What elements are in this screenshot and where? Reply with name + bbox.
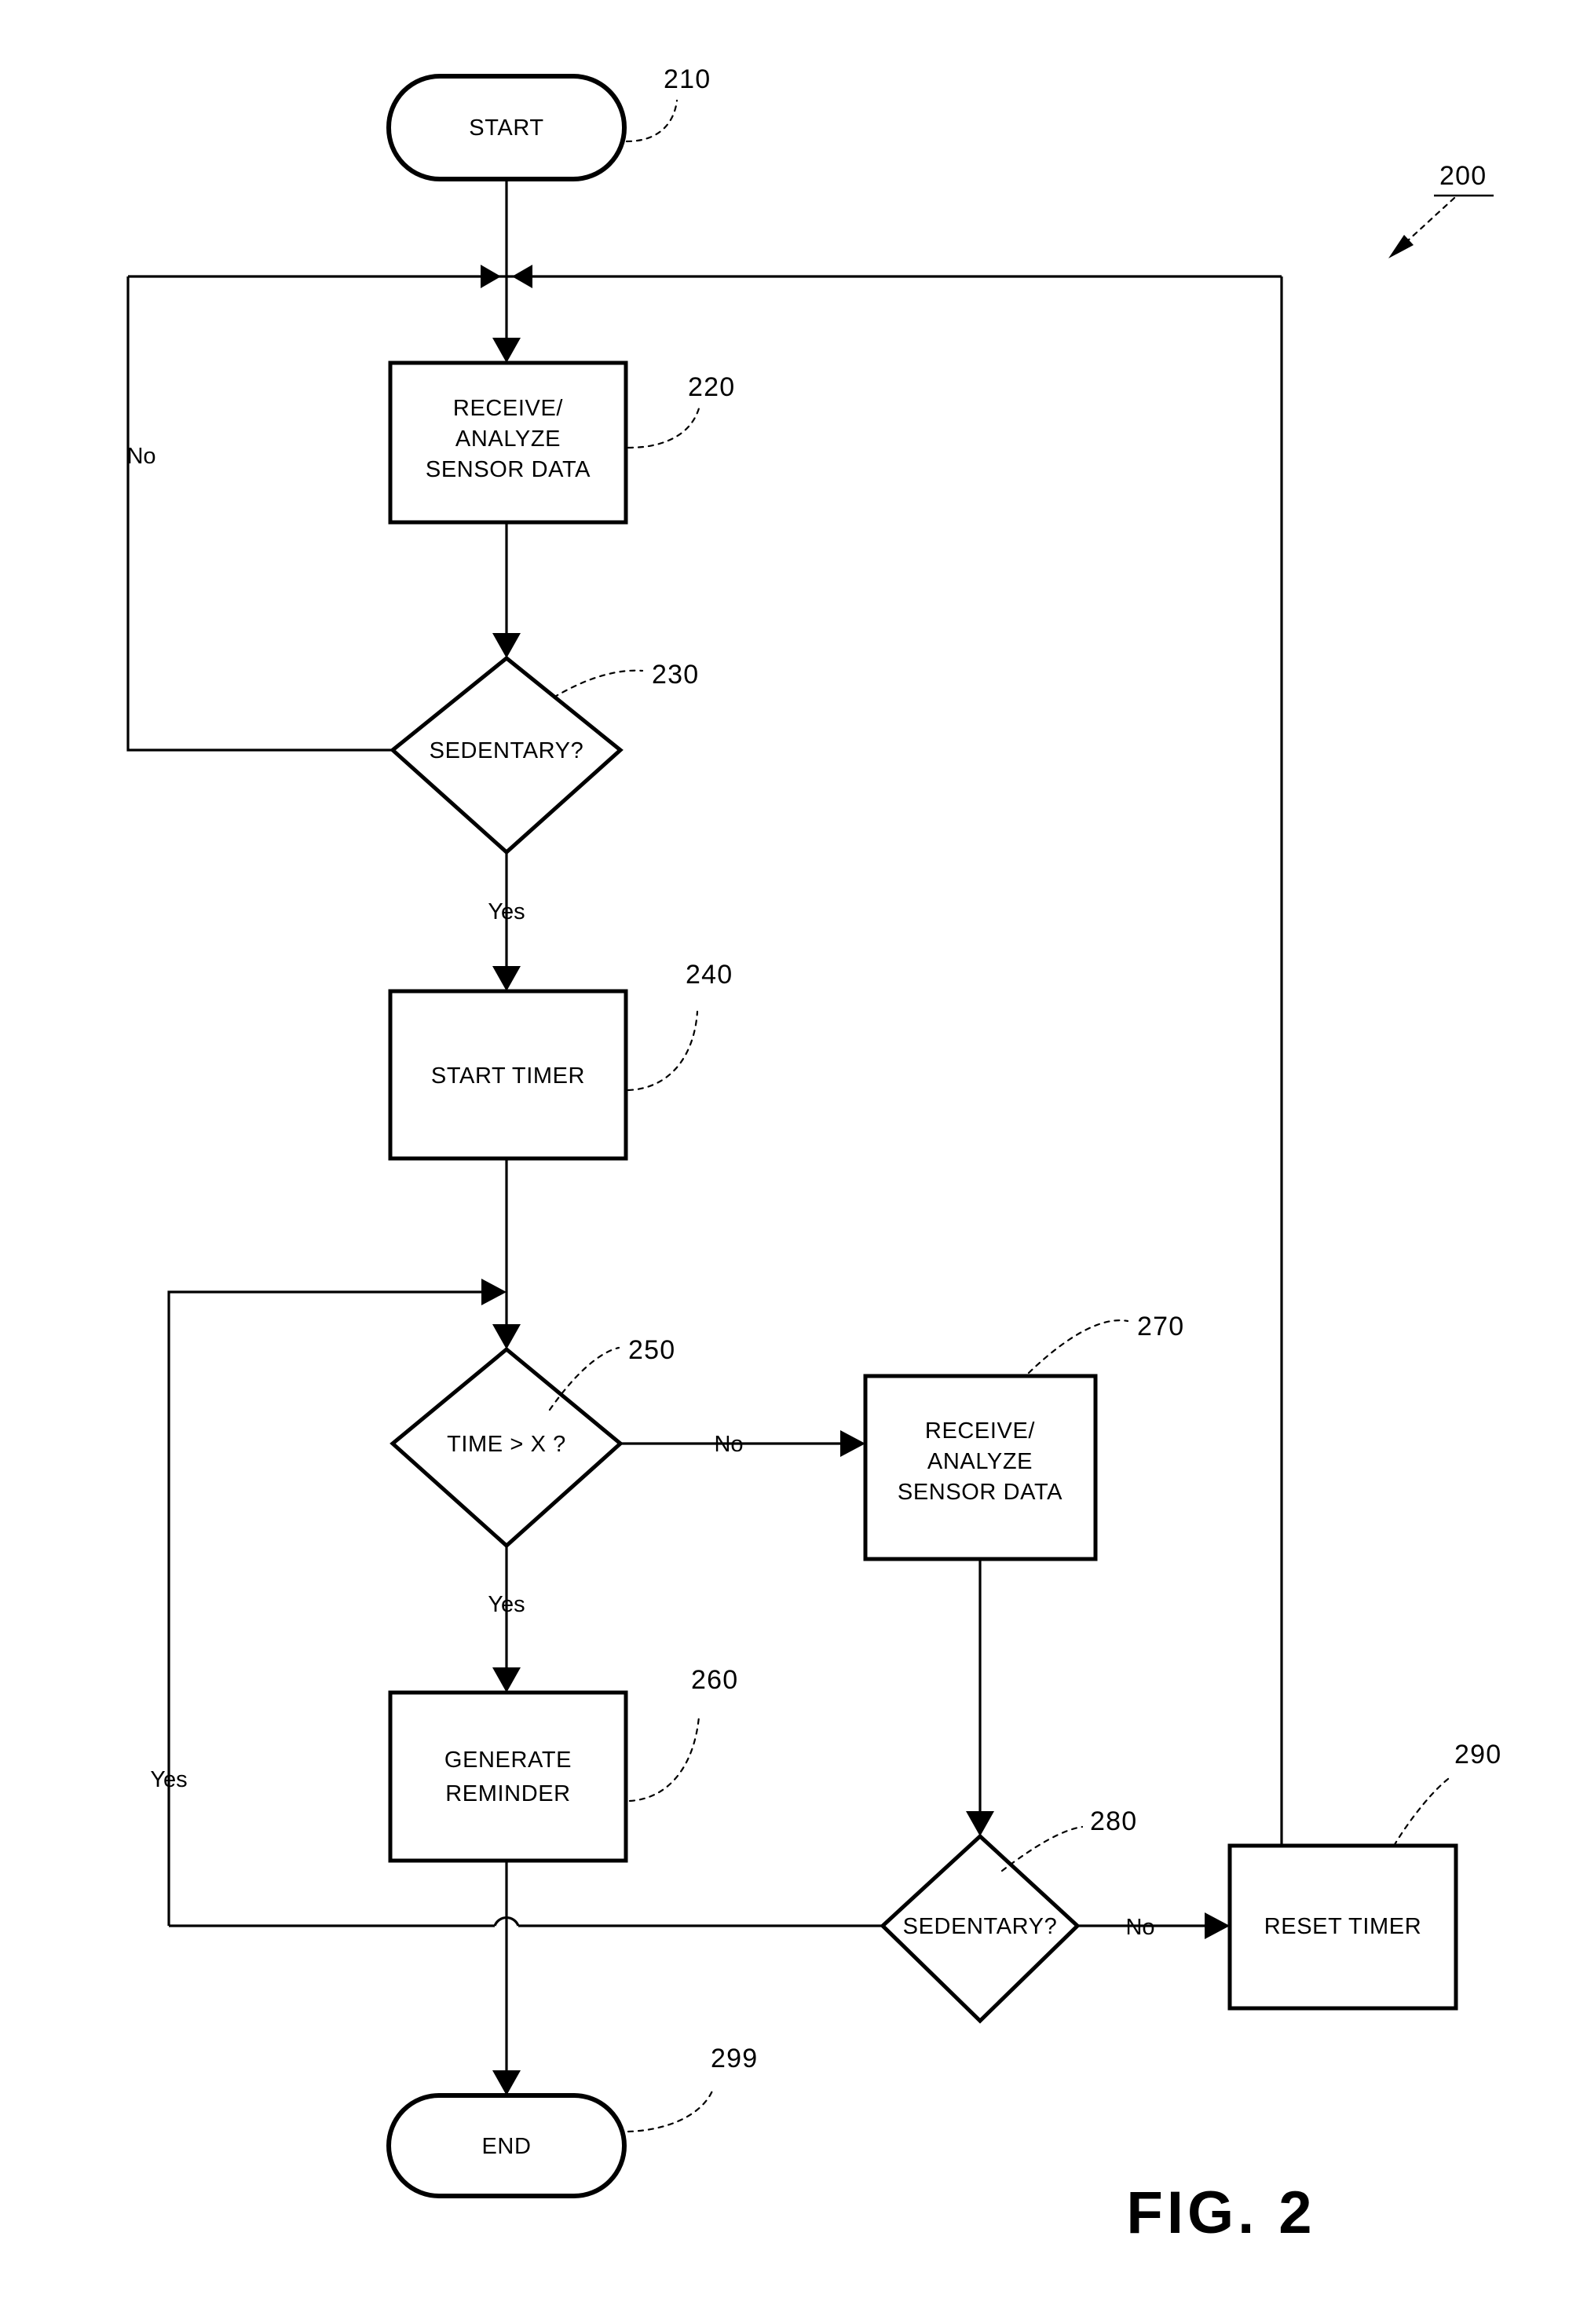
arrow-into-280	[966, 1811, 994, 1836]
generate-reminder-label-line2: REMINDER	[445, 1781, 570, 1806]
node-start-timer[interactable]: START TIMER	[388, 989, 628, 1161]
arrow-into-end	[492, 2070, 521, 2095]
patent-figure-2: START RECEIVE/ ANALYZE SENSOR DATA SEDEN…	[0, 0, 1591, 2324]
start-timer-label: START TIMER	[431, 1063, 585, 1089]
ref-290-leader	[1392, 1775, 1453, 1847]
figure-caption: FIG. 2	[1126, 2179, 1315, 2246]
edge-230-no-to-rail	[126, 276, 393, 752]
branch-label-sedentary-2-yes: Yes	[150, 1767, 187, 1792]
branch-label-layer: No Yes No Yes No Yes	[126, 444, 1154, 1940]
ref-numeral-290: 290	[1454, 1740, 1501, 1770]
branch-label-time-gt-x-yes: Yes	[488, 1592, 525, 1617]
receive-analyze-2-label-line1: RECEIVE/	[925, 1418, 1036, 1444]
arrow-into-290	[1205, 1912, 1230, 1939]
ref-270-leader	[1027, 1319, 1129, 1374]
node-sedentary-1[interactable]: SEDENTARY?	[390, 655, 624, 855]
arrow-into-230	[492, 633, 521, 658]
node-reset-timer[interactable]: RESET TIMER	[1227, 1843, 1458, 2011]
branch-label-sedentary-2-no: No	[1125, 1915, 1154, 1940]
receive-analyze-2-label-line3: SENSOR DATA	[898, 1480, 1062, 1505]
reset-timer-label: RESET TIMER	[1264, 1914, 1422, 1939]
arrow-into-220	[492, 338, 521, 363]
generate-reminder-shape	[388, 1690, 628, 1863]
node-end[interactable]: END	[386, 2093, 627, 2198]
receive-analyze-2-label-line2: ANALYZE	[927, 1449, 1033, 1474]
arrow-into-260	[492, 1667, 521, 1693]
ref-200-arrowhead	[1388, 235, 1414, 258]
time-gt-x-label: TIME > X ?	[447, 1432, 566, 1457]
ref-240-leader	[627, 1010, 699, 1092]
ref-230-leader	[552, 669, 644, 699]
generate-reminder-label-line1: GENERATE	[444, 1748, 572, 1773]
ref-numeral-280: 280	[1090, 1806, 1137, 1836]
ref-numeral-240: 240	[686, 960, 733, 990]
receive-analyze-1-label-line3: SENSOR DATA	[426, 457, 591, 482]
flowchart-canvas: START RECEIVE/ ANALYZE SENSOR DATA SEDEN…	[126, 64, 1501, 2246]
ref-220-leader	[627, 407, 700, 449]
ref-numeral-220: 220	[688, 372, 735, 402]
node-receive-analyze-1[interactable]: RECEIVE/ ANALYZE SENSOR DATA	[388, 360, 628, 525]
node-generate-reminder[interactable]: GENERATE REMINDER	[388, 1690, 628, 1863]
branch-label-sedentary-1-yes: Yes	[488, 899, 525, 924]
node-start[interactable]: START	[386, 74, 627, 181]
node-receive-analyze-2[interactable]: RECEIVE/ ANALYZE SENSOR DATA	[863, 1374, 1098, 1561]
arrow-into-bus-from-left	[481, 265, 501, 288]
arrow-into-bus-from-right	[512, 265, 532, 288]
arrow-into-240	[492, 966, 521, 991]
receive-analyze-1-label-line1: RECEIVE/	[453, 396, 564, 421]
start-label: START	[469, 115, 543, 141]
reference-numeral-layer: 200 210 220 230 240 250 260 270 280 290 …	[548, 64, 1501, 2133]
ref-numeral-250: 250	[628, 1335, 675, 1365]
ref-numeral-210: 210	[664, 64, 711, 94]
arrow-into-250	[492, 1324, 521, 1349]
arrow-yes-rail-into-250-input	[481, 1279, 507, 1305]
sedentary-1-label: SEDENTARY?	[430, 738, 584, 763]
ref-210-leader	[625, 99, 678, 143]
node-sedentary-2[interactable]: SEDENTARY?	[880, 1833, 1081, 2024]
branch-label-time-gt-x-no: No	[714, 1432, 743, 1457]
ref-numeral-260: 260	[691, 1665, 738, 1695]
ref-numeral-230: 230	[652, 660, 699, 690]
ref-280-leader	[1000, 1825, 1084, 1872]
end-label: END	[481, 2134, 531, 2159]
arrow-into-270	[840, 1430, 865, 1457]
node-time-gt-x[interactable]: TIME > X ?	[390, 1346, 624, 1549]
ref-numeral-200: 200	[1439, 161, 1487, 191]
ref-numeral-270: 270	[1137, 1312, 1184, 1341]
branch-label-sedentary-1-no: No	[126, 444, 155, 469]
ref-260-leader	[628, 1715, 700, 1802]
ref-numeral-299: 299	[711, 2044, 758, 2073]
ref-299-leader	[627, 2088, 715, 2133]
receive-analyze-1-label-line2: ANALYZE	[455, 426, 561, 452]
sedentary-2-label: SEDENTARY?	[903, 1914, 1058, 1939]
